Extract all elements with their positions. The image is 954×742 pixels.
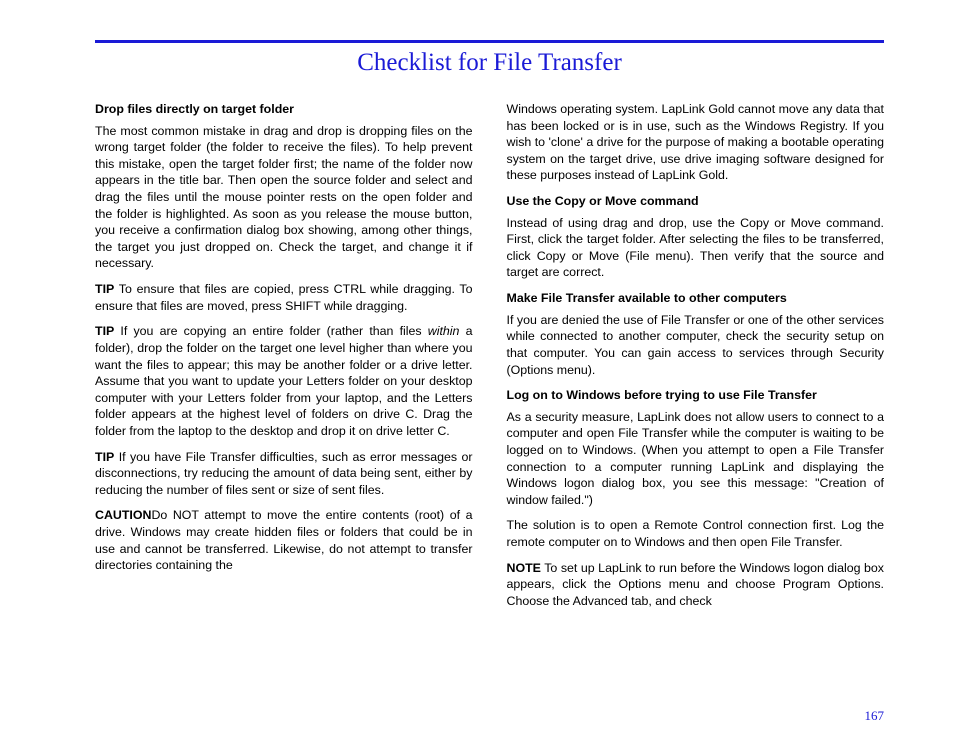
body-text: Windows operating system. LapLink Gold c… [507,101,885,184]
body-text: The solution is to open a Remote Control… [507,517,885,550]
note-label: NOTE [507,561,541,575]
tip-text: If you are copying an entire folder (rat… [114,324,427,338]
body-text: Instead of using drag and drop, use the … [507,215,885,281]
caution-text: Do NOT attempt to move the entire conten… [95,508,473,572]
section-heading: Log on to Windows before trying to use F… [507,387,885,404]
section-heading: Use the Copy or Move command [507,193,885,210]
caution-paragraph: CAUTIONDo NOT attempt to move the entire… [95,507,473,573]
note-paragraph: NOTE To set up LapLink to run before the… [507,560,885,610]
tip-label: TIP [95,324,114,338]
note-text: To set up LapLink to run before the Wind… [507,561,885,608]
document-page: Checklist for File Transfer Drop files d… [0,0,954,742]
body-text: The most common mistake in drag and drop… [95,123,473,272]
header-rule [95,40,884,43]
tip-paragraph: TIP To ensure that files are copied, pre… [95,281,473,314]
section-heading: Make File Transfer available to other co… [507,290,885,307]
content-columns: Drop files directly on target folder The… [95,101,884,618]
page-title: Checklist for File Transfer [95,49,884,77]
body-text: If you are denied the use of File Transf… [507,312,885,378]
right-column: Windows operating system. LapLink Gold c… [507,101,885,618]
italic-text: within [428,324,460,338]
left-column: Drop files directly on target folder The… [95,101,473,618]
tip-text: If you have File Transfer difficulties, … [95,450,473,497]
body-text: As a security measure, LapLink does not … [507,409,885,509]
tip-paragraph: TIP If you have File Transfer difficulti… [95,449,473,499]
tip-label: TIP [95,450,114,464]
tip-paragraph: TIP If you are copying an entire folder … [95,323,473,439]
caution-label: CAUTION [95,508,151,522]
tip-text: To ensure that files are copied, press C… [95,282,473,313]
page-number: 167 [865,708,885,724]
section-heading: Drop files directly on target folder [95,101,473,118]
tip-text: a folder), drop the folder on the target… [95,324,473,438]
tip-label: TIP [95,282,114,296]
